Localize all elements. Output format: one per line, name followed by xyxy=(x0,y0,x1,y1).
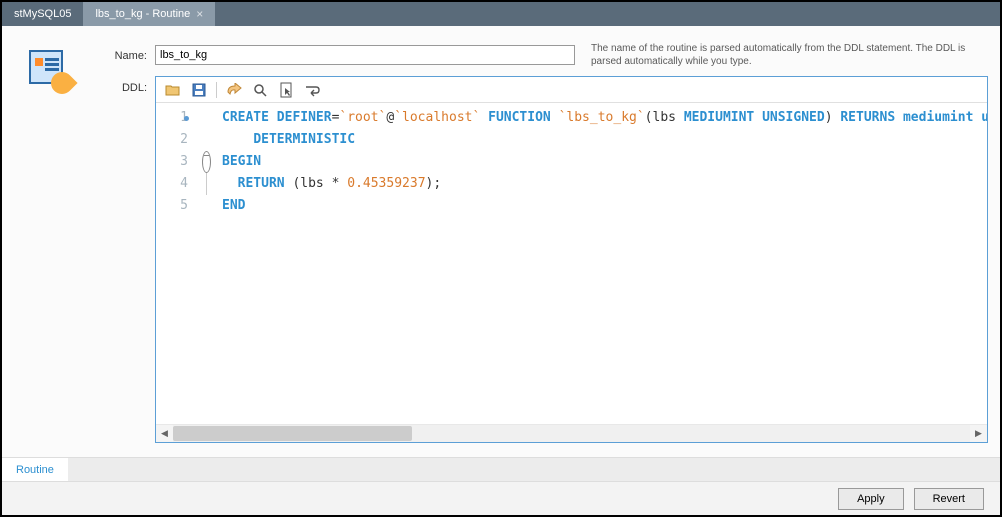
open-icon[interactable] xyxy=(164,81,182,99)
code-body[interactable]: CREATE DEFINER=`root`@`localhost` FUNCTI… xyxy=(214,103,987,424)
tab-label: stMySQL05 xyxy=(14,8,71,20)
click-icon[interactable] xyxy=(277,81,295,99)
close-icon[interactable]: × xyxy=(196,7,203,21)
tab-label: lbs_to_kg - Routine xyxy=(95,8,190,20)
tab-stmysql05[interactable]: stMySQL05 xyxy=(2,2,83,26)
undo-icon[interactable] xyxy=(225,81,243,99)
editor-toolbar xyxy=(156,77,987,103)
fold-gutter xyxy=(198,103,214,424)
type-icon-sidebar xyxy=(2,26,97,457)
wrap-icon[interactable] xyxy=(303,81,321,99)
name-input[interactable] xyxy=(155,45,575,65)
footer: Apply Revert xyxy=(2,481,1000,515)
horizontal-scrollbar[interactable]: ◀ ▶ xyxy=(156,424,987,442)
name-label: Name: xyxy=(97,48,147,62)
search-icon[interactable] xyxy=(251,81,269,99)
tab-routine[interactable]: lbs_to_kg - Routine × xyxy=(83,2,215,26)
scroll-left-icon[interactable]: ◀ xyxy=(156,425,173,442)
name-hint: The name of the routine is parsed automa… xyxy=(583,42,988,68)
tab-bar: stMySQL05 lbs_to_kg - Routine × xyxy=(2,2,1000,26)
tab-routine-bottom[interactable]: Routine xyxy=(2,458,68,481)
bottom-tabs: Routine xyxy=(2,457,1000,481)
routine-icon xyxy=(25,46,75,96)
line-gutter: 12345 xyxy=(156,103,198,424)
ddl-editor: 12345 CREATE DEFINER=`root`@`localhost` … xyxy=(155,76,988,443)
ddl-label: DDL: xyxy=(97,76,147,445)
revert-button[interactable]: Revert xyxy=(914,488,984,510)
save-icon[interactable] xyxy=(190,81,208,99)
scroll-thumb[interactable] xyxy=(173,426,412,441)
scroll-right-icon[interactable]: ▶ xyxy=(970,425,987,442)
apply-button[interactable]: Apply xyxy=(838,488,904,510)
